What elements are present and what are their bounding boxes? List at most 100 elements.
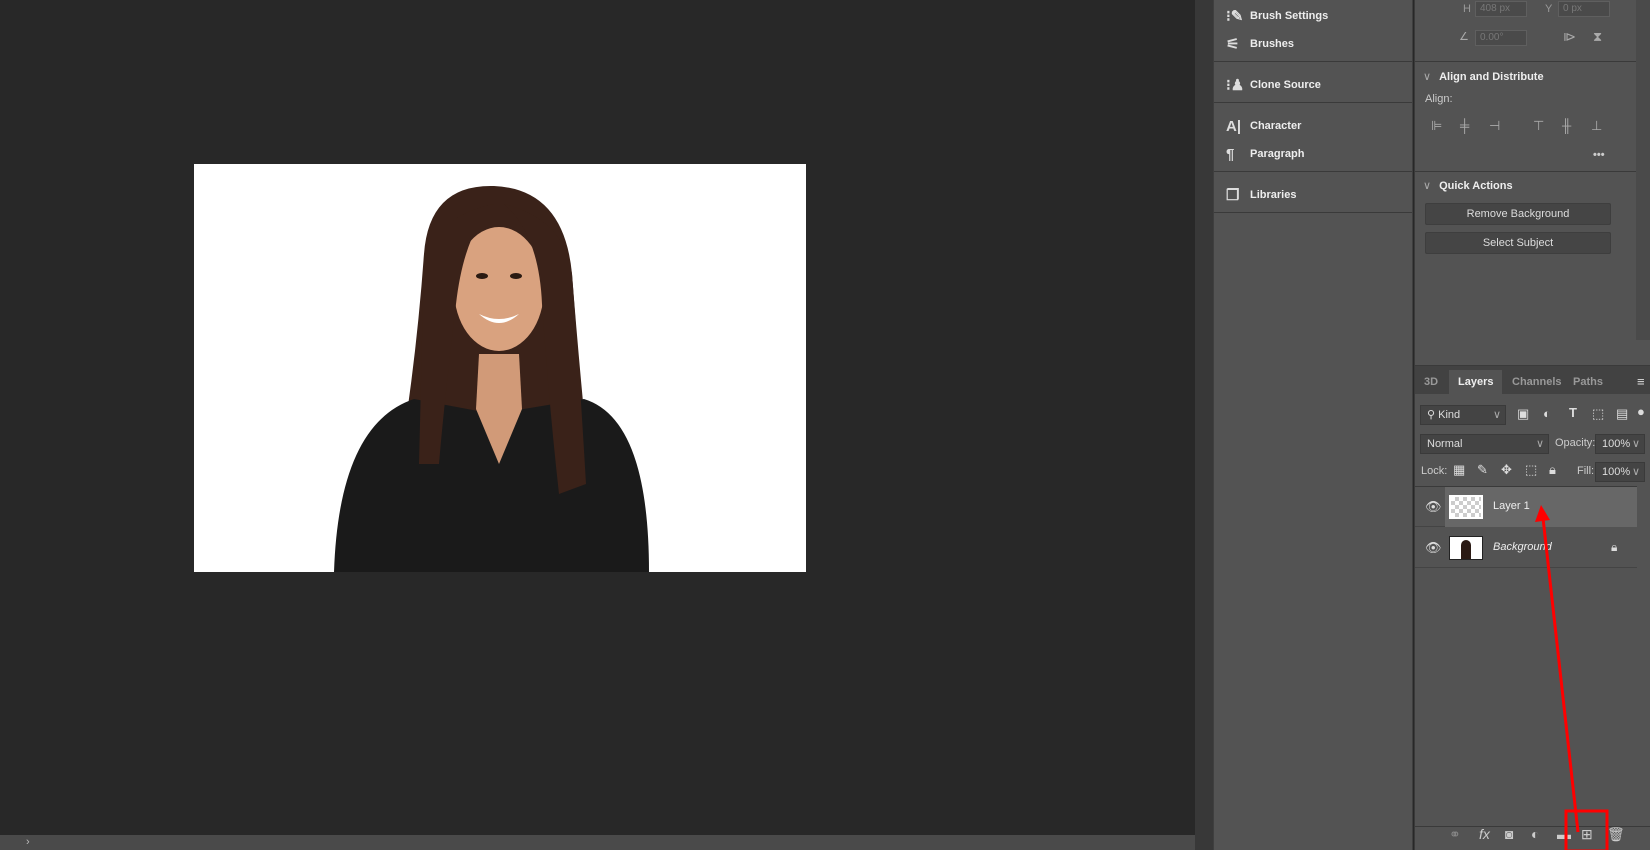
document-image bbox=[194, 164, 806, 572]
filter-value: Kind bbox=[1438, 409, 1461, 421]
lock-icon: 🔒︎ bbox=[1611, 540, 1618, 554]
panel-label: Clone Source bbox=[1250, 79, 1321, 91]
fill-field[interactable]: 100% ∨ bbox=[1595, 462, 1645, 482]
blend-mode-select[interactable]: Normal ∨ bbox=[1420, 434, 1549, 454]
angle-icon: ∠ bbox=[1459, 31, 1469, 43]
chevron-down-icon: ∨ bbox=[1492, 409, 1501, 421]
angle-field[interactable]: 0.00° bbox=[1475, 30, 1527, 46]
type-filter-icon[interactable]: T bbox=[1569, 405, 1577, 420]
align-left-icon[interactable]: ⊫ bbox=[1431, 118, 1442, 134]
section-title: Quick Actions bbox=[1439, 180, 1513, 192]
visibility-eye-icon[interactable]: 👁︎ bbox=[1425, 499, 1442, 515]
divider bbox=[1415, 61, 1637, 62]
opacity-label: Opacity: bbox=[1555, 437, 1596, 449]
lock-label: Lock: bbox=[1421, 465, 1448, 477]
adjustment-filter-icon[interactable]: ◐ bbox=[1543, 406, 1551, 421]
delete-layer-icon[interactable]: 🗑︎ bbox=[1607, 826, 1625, 843]
chevron-down-icon: ∨ bbox=[1535, 438, 1544, 450]
h-label: H bbox=[1463, 3, 1471, 15]
y-label: Y bbox=[1545, 3, 1553, 15]
character-icon: A| bbox=[1226, 117, 1242, 135]
chevron-down-icon: ∨ bbox=[1423, 180, 1432, 192]
divider bbox=[1415, 171, 1637, 172]
quick-actions-header[interactable]: ∨ Quick Actions bbox=[1423, 179, 1513, 192]
divider bbox=[1214, 61, 1412, 62]
layer-name: Layer 1 bbox=[1493, 500, 1530, 512]
opacity-field[interactable]: 100% ∨ bbox=[1595, 434, 1645, 454]
layer-row[interactable]: 👁︎ Background 🔒︎ bbox=[1415, 528, 1637, 568]
align-bottom-icon[interactable]: ⊥ bbox=[1591, 118, 1602, 134]
panel-label: Brush Settings bbox=[1250, 10, 1329, 22]
adjustment-layer-icon[interactable]: ◐ bbox=[1531, 826, 1539, 842]
panel-character[interactable]: A| Character bbox=[1226, 115, 1301, 137]
opacity-value: 100% bbox=[1602, 438, 1631, 450]
panel-label: Brushes bbox=[1250, 38, 1295, 50]
clone-source-icon: ⁝♟ bbox=[1226, 77, 1245, 94]
brush-settings-icon: ⁝✎ bbox=[1226, 8, 1244, 25]
add-mask-icon[interactable]: ◙ bbox=[1505, 826, 1513, 842]
document-canvas[interactable] bbox=[0, 0, 1195, 835]
fill-value: 100% bbox=[1602, 466, 1631, 478]
panel-brushes[interactable]: ⚟ Brushes bbox=[1226, 33, 1294, 55]
panel-label: Libraries bbox=[1250, 189, 1297, 201]
panel-label: Paragraph bbox=[1250, 148, 1305, 160]
lock-position-icon[interactable]: ✥ bbox=[1501, 462, 1512, 478]
blend-mode-value: Normal bbox=[1427, 438, 1463, 450]
panel-clone-source[interactable]: ⁝♟ Clone Source bbox=[1226, 74, 1321, 96]
smart-object-filter-icon[interactable]: ▤ bbox=[1616, 406, 1628, 422]
collapsed-panels-dock: ⁝✎ Brush Settings ⚟ Brushes ⁝♟ Clone Source… bbox=[1213, 0, 1413, 850]
more-options-button[interactable]: ••• bbox=[1593, 149, 1605, 161]
expand-chevron-icon[interactable]: › bbox=[26, 836, 30, 848]
section-title: Align and Distribute bbox=[1439, 71, 1544, 83]
panel-libraries[interactable]: ❐ Libraries bbox=[1226, 184, 1296, 206]
pixel-filter-icon[interactable]: ▣ bbox=[1517, 406, 1529, 422]
panel-paragraph[interactable]: ¶ Paragraph bbox=[1226, 143, 1304, 165]
tab-channels[interactable]: Channels bbox=[1503, 370, 1571, 394]
lock-artboard-icon[interactable]: ⬚ bbox=[1525, 462, 1537, 478]
libraries-icon: ❐ bbox=[1226, 187, 1240, 204]
new-layer-icon[interactable]: ⊞ bbox=[1581, 826, 1593, 843]
visibility-eye-icon[interactable]: 👁︎ bbox=[1425, 540, 1442, 556]
panel-label: Character bbox=[1250, 120, 1302, 132]
align-vertical-center-icon[interactable]: ╫ bbox=[1562, 118, 1571, 133]
align-top-icon[interactable]: ⊤ bbox=[1533, 118, 1544, 134]
panel-scrollbar[interactable] bbox=[1636, 0, 1650, 340]
layer-name: Background bbox=[1493, 541, 1552, 553]
link-layers-icon[interactable]: ⚭ bbox=[1449, 826, 1461, 843]
fx-icon[interactable]: fx bbox=[1479, 826, 1490, 842]
lock-image-icon[interactable]: ✎ bbox=[1477, 462, 1488, 478]
tab-layers[interactable]: Layers bbox=[1449, 370, 1503, 394]
filter-toggle[interactable]: ● bbox=[1637, 404, 1645, 419]
flip-horizontal-icon[interactable]: ⧐ bbox=[1563, 29, 1576, 45]
panel-brush-settings[interactable]: ⁝✎ Brush Settings bbox=[1226, 5, 1328, 27]
divider bbox=[1214, 212, 1412, 213]
tab-paths[interactable]: Paths bbox=[1564, 370, 1612, 394]
panel-menu-icon[interactable]: ≡ bbox=[1637, 374, 1645, 389]
panel-gutter bbox=[1195, 0, 1213, 850]
remove-background-button[interactable]: Remove Background bbox=[1425, 203, 1611, 225]
layer-thumbnail bbox=[1449, 536, 1483, 560]
align-horizontal-center-icon[interactable]: ╪ bbox=[1460, 118, 1469, 133]
align-right-icon[interactable]: ⊣ bbox=[1489, 118, 1500, 134]
lock-all-icon[interactable]: 🔒︎ bbox=[1549, 462, 1556, 478]
status-bar: › bbox=[0, 835, 1195, 850]
select-subject-button[interactable]: Select Subject bbox=[1425, 232, 1611, 254]
height-field[interactable]: 408 px bbox=[1475, 1, 1527, 17]
layer-filter-select[interactable]: ⚲ Kind ∨ bbox=[1420, 405, 1506, 425]
flip-vertical-icon[interactable]: ⧗ bbox=[1593, 29, 1602, 45]
shape-filter-icon[interactable]: ⬚ bbox=[1592, 406, 1604, 422]
divider bbox=[1214, 102, 1412, 103]
align-label: Align: bbox=[1425, 93, 1453, 105]
right-panel: H 408 px Y 0 px ∠ 0.00° ⧐ ⧗ ∨ Align and D… bbox=[1414, 0, 1650, 850]
chevron-down-icon: ∨ bbox=[1631, 466, 1640, 478]
y-field[interactable]: 0 px bbox=[1558, 1, 1610, 17]
lock-transparent-icon[interactable]: ▦ bbox=[1453, 462, 1465, 478]
divider bbox=[1214, 171, 1412, 172]
tab-3d[interactable]: 3D bbox=[1415, 370, 1447, 394]
align-header[interactable]: ∨ Align and Distribute bbox=[1423, 70, 1544, 83]
layer-thumbnail bbox=[1449, 495, 1483, 519]
layer-row[interactable]: 👁︎ Layer 1 bbox=[1415, 487, 1637, 527]
chevron-down-icon: ∨ bbox=[1631, 438, 1640, 450]
new-group-icon[interactable]: ▬ bbox=[1557, 826, 1571, 842]
fill-label: Fill: bbox=[1577, 465, 1595, 477]
